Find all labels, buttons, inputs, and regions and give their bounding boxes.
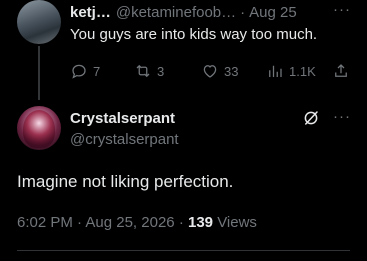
reply-icon <box>72 64 86 79</box>
tweet-thread: ketj… @ketaminefoob… · Aug 25 ··· You gu… <box>0 0 367 261</box>
parent-separator: · <box>240 3 246 21</box>
parent-tweet-header: ketj… @ketaminefoob… · Aug 25 <box>70 2 367 22</box>
main-display-name[interactable]: Crystalserpant <box>70 110 175 127</box>
main-avatar[interactable] <box>17 106 61 150</box>
parent-handle[interactable]: @ketaminefoob… <box>116 4 236 21</box>
tweet-metadata: 6:02 PM · Aug 25, 2026 · 139 Views <box>17 214 257 231</box>
reply-button[interactable]: 7 <box>70 61 100 81</box>
like-button[interactable]: 33 <box>201 61 238 81</box>
views-count: 1.1K <box>289 63 316 79</box>
parent-more-options-icon[interactable]: ··· <box>333 1 350 19</box>
like-count: 33 <box>224 63 239 79</box>
avatar-artwork <box>23 110 55 148</box>
parent-tweet-text: You guys are into kids way too much. <box>70 26 318 43</box>
share-button[interactable] <box>332 61 350 81</box>
repost-count: 3 <box>157 63 165 79</box>
parent-display-name[interactable]: ketj… <box>70 4 111 21</box>
meta-separator-1: · <box>77 214 83 231</box>
parent-action-bar: 7 3 33 1.1K <box>70 61 352 81</box>
reply-count: 7 <box>93 63 101 79</box>
tweet-views-label: Views <box>217 214 257 231</box>
repost-icon <box>136 64 150 78</box>
analytics-icon <box>269 65 282 77</box>
tweet-date[interactable]: Aug 25, 2026 <box>85 214 174 231</box>
thread-connector-line <box>38 46 40 100</box>
heart-icon <box>203 65 217 78</box>
divider <box>17 250 350 251</box>
main-handle[interactable]: @crystalserpant <box>70 131 179 148</box>
parent-timestamp[interactable]: Aug 25 <box>249 4 297 21</box>
main-tweet-text: Imagine not liking perfection. <box>17 172 234 191</box>
grok-icon[interactable] <box>302 109 320 127</box>
views-button[interactable]: 1.1K <box>266 61 316 81</box>
tweet-views-count: 139 <box>187 214 214 231</box>
main-more-options-icon[interactable]: ··· <box>333 108 350 126</box>
parent-avatar[interactable] <box>17 0 61 44</box>
tweet-time[interactable]: 6:02 PM <box>17 214 73 231</box>
meta-separator-2: · <box>178 214 184 231</box>
share-icon <box>335 64 347 77</box>
repost-button[interactable]: 3 <box>134 61 164 81</box>
